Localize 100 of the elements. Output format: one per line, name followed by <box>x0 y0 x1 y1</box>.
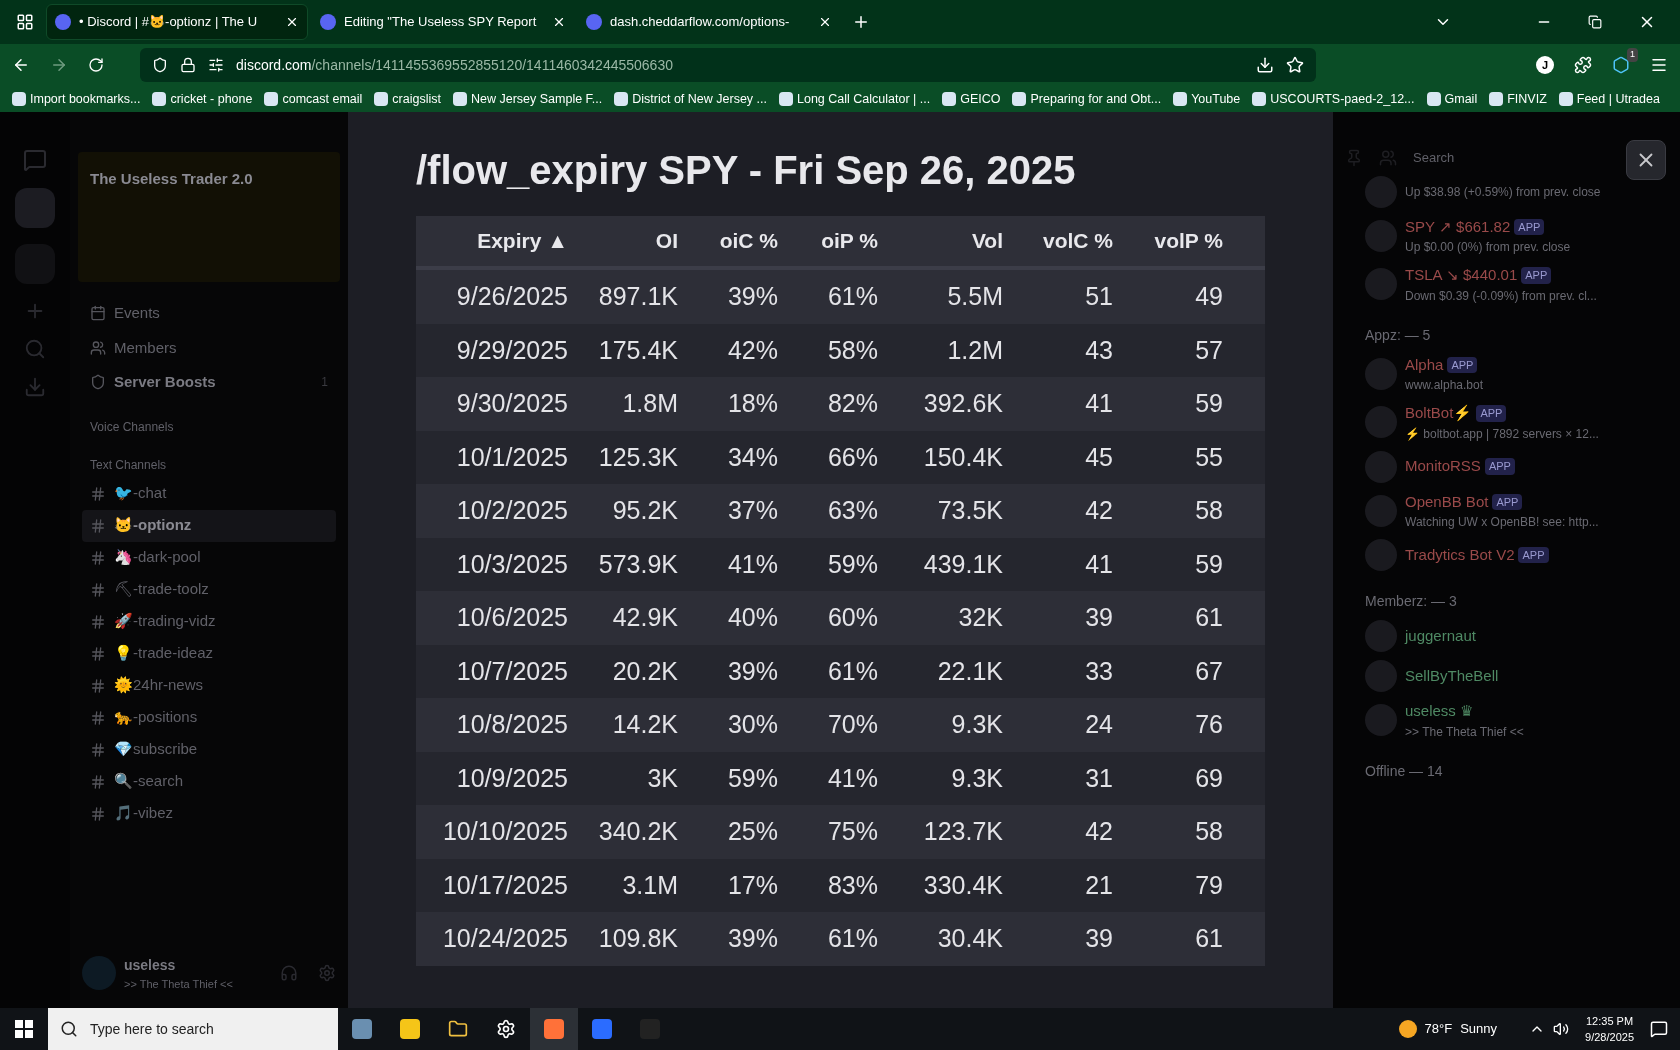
server-menu-item[interactable]: Server Boosts <box>114 371 216 394</box>
bookmark-link[interactable]: District of New Jersey ... <box>632 89 767 109</box>
browser-tab[interactable]: • Discord | #🐱-optionz | The U <box>46 4 308 40</box>
table-cell-text: 61% <box>826 923 879 954</box>
channel-name: 🎵-vibez <box>114 803 173 824</box>
table-cell-text: 25% <box>726 816 779 847</box>
bookmark-favicon-icon <box>614 92 629 106</box>
avatar-icon <box>1365 406 1397 439</box>
member-name[interactable]: SellByTheBell <box>1405 664 1499 688</box>
channel-name: 💎subscribe <box>114 739 198 760</box>
table-cell-text: 22.1K <box>936 655 1004 687</box>
column-header[interactable]: volP % <box>1121 225 1231 257</box>
column-header[interactable]: oiP % <box>786 225 886 257</box>
notification-badge: 1 <box>1627 48 1638 62</box>
table-cell-text: 95.2K <box>611 495 679 526</box>
close-button[interactable] <box>1626 140 1666 180</box>
shield-icon[interactable] <box>152 57 168 73</box>
tab-title: Editing "The Useless SPY Report <box>344 13 538 32</box>
table-cell-text: 14.2K <box>611 709 679 740</box>
table-cell-text: 109.8K <box>597 923 679 954</box>
table-cell-text: 125.3K <box>597 441 679 473</box>
bookmark-link[interactable]: comcast email <box>282 89 363 109</box>
app-tag: APP <box>1447 356 1478 373</box>
menu-icon[interactable] <box>1650 56 1668 74</box>
table-cell-text: 10/6/2025 <box>455 602 569 633</box>
bookmark-link[interactable]: craigslist <box>392 89 441 109</box>
table-cell-text: 10/17/2025 <box>441 869 569 901</box>
avatar-icon <box>1365 357 1397 390</box>
taskbar-search-field[interactable]: Type here to search <box>48 1008 338 1050</box>
tab-list-icon[interactable] <box>16 13 34 31</box>
table-cell-text: 60% <box>826 602 879 633</box>
column-header[interactable]: volC % <box>1011 225 1121 257</box>
app-tag: APP <box>1514 218 1545 235</box>
hash-icon <box>90 645 106 662</box>
bookmark-link[interactable]: FINVIZ <box>1507 89 1547 109</box>
site-icon <box>55 14 71 30</box>
bookmark-link[interactable]: YouTube <box>1191 89 1241 109</box>
table-cell-text: 82% <box>826 388 879 419</box>
column-header[interactable]: oiC % <box>686 225 786 257</box>
close-tab-icon[interactable] <box>552 15 566 29</box>
calendar-icon <box>90 305 106 322</box>
user-status: >> The Theta Thief << <box>124 976 233 992</box>
weather-icon[interactable] <box>1398 1020 1417 1038</box>
search-icon <box>60 1020 78 1038</box>
volume-icon[interactable] <box>1553 1021 1570 1037</box>
download-icon[interactable] <box>1256 56 1274 74</box>
channel-item[interactable]: 🐱-optionz <box>82 509 336 542</box>
close-tab-icon[interactable] <box>285 15 299 29</box>
extensions-icon[interactable] <box>1574 56 1592 74</box>
new-tab-icon[interactable] <box>852 13 870 31</box>
bookmark-star-icon[interactable] <box>1286 56 1304 74</box>
channel-name: 🦄-dark-pool <box>114 547 201 568</box>
bookmark-link[interactable]: Feed | Utradea <box>1576 89 1660 109</box>
address-bar[interactable]: discord.com/channels/1411455369552855120/1411460342445506630 <box>140 48 1316 82</box>
member-name[interactable]: useless ♛ <box>1405 700 1474 723</box>
table-cell-text: 5.5M <box>946 281 1004 312</box>
column-header[interactable]: Expiry ▲ <box>416 225 576 257</box>
table-cell-text: 39 <box>1084 602 1114 633</box>
avatar-icon <box>1365 268 1397 301</box>
user-name: useless <box>124 955 177 975</box>
table-cell-text: 59% <box>726 762 779 794</box>
bookmark-link[interactable]: Long Call Calculator | ... <box>797 89 931 109</box>
permissions-icon[interactable] <box>208 57 224 73</box>
boost-count: 1 <box>321 374 328 392</box>
bookmark-link[interactable]: GEICO <box>960 89 1001 109</box>
hash-icon <box>90 581 106 598</box>
bookmark-link[interactable]: Import bookmarks... <box>30 89 141 109</box>
image-title: /flow_expiry SPY - Fri Sep 26, 2025 <box>416 147 1077 194</box>
weather-text: Sunny <box>1460 1020 1498 1039</box>
notifications-icon[interactable] <box>1650 1020 1668 1038</box>
browser-tab[interactable]: dash.cheddarflow.com/options- <box>578 4 840 40</box>
browser-tab[interactable]: Editing "The Useless SPY Report <box>312 4 574 40</box>
column-header[interactable]: OI <box>576 225 686 257</box>
bookmark-favicon-icon <box>1558 92 1573 106</box>
table-cell-text: 49 <box>1194 281 1224 312</box>
table-cell-text: 9.3K <box>950 709 1004 740</box>
back-icon[interactable] <box>12 56 30 74</box>
table-cell-text: 42.9K <box>611 602 679 633</box>
bookmark-link[interactable]: cricket - phone <box>170 89 253 109</box>
bookmark-link[interactable]: Gmail <box>1444 89 1478 109</box>
extension-icon[interactable] <box>1612 56 1630 74</box>
table-cell-text: 58 <box>1194 495 1224 526</box>
url-text: discord.com/channels/1411455369552855120/1411460342445506630 <box>236 55 673 75</box>
server-banner[interactable]: The Useless Trader 2.0 <box>78 152 340 282</box>
hash-icon <box>90 517 106 534</box>
column-header[interactable]: Vol <box>886 225 1011 257</box>
profile-avatar[interactable]: J <box>1536 56 1554 74</box>
server-name: The Useless Trader 2.0 <box>90 169 253 189</box>
reload-icon[interactable] <box>88 57 104 73</box>
member-status: Up $0.00 (0%) from prev. close <box>1405 239 1571 256</box>
forward-icon[interactable] <box>50 56 68 74</box>
table-cell-text: 3K <box>646 762 679 794</box>
bookmark-link[interactable]: Preparing for and Obt... <box>1030 89 1162 109</box>
channel-item[interactable]: 🌞24hr-news <box>82 669 336 702</box>
lock-icon[interactable] <box>180 57 196 73</box>
bookmark-link[interactable]: New Jersey Sample F... <box>470 89 603 109</box>
member-name[interactable]: juggernaut <box>1405 624 1476 648</box>
bookmark-link[interactable]: USCOURTS-paed-2_12... <box>1270 89 1415 109</box>
restore-icon[interactable] <box>1588 15 1602 29</box>
close-tab-icon[interactable] <box>818 15 832 29</box>
